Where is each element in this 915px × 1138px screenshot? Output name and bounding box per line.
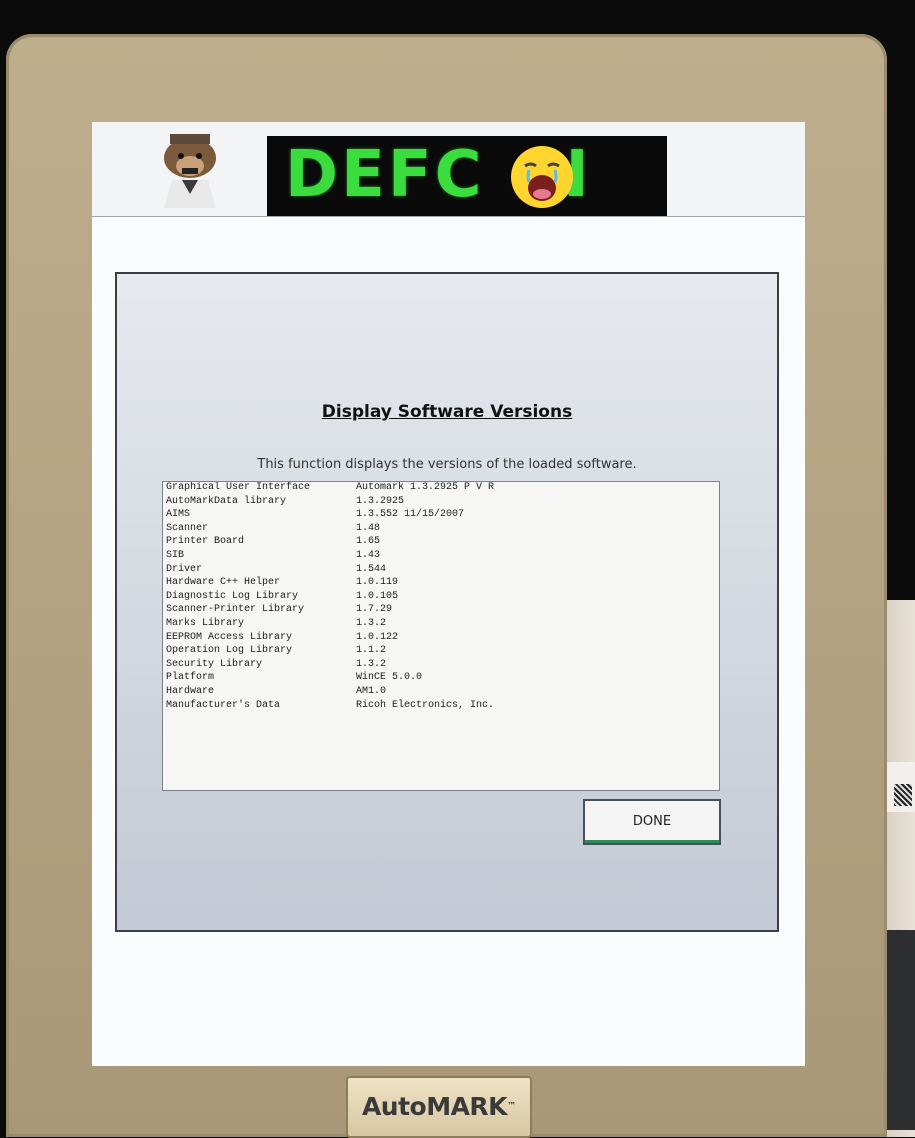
component-name: Diagnostic Log Library <box>166 590 299 602</box>
component-name: AutoMarkData library <box>166 495 287 507</box>
version-row: Marks Library 1.3.2 <box>163 618 719 632</box>
component-name: Hardware <box>166 685 215 697</box>
dialog-title: Display Software Versions <box>321 402 573 422</box>
version-row: Scanner-Printer Library 1.7.29 <box>163 604 719 618</box>
version-row: AIMS 1.3.552 11/15/2007 <box>163 509 719 523</box>
component-version: 1.7.29 <box>356 604 393 616</box>
component-name: Driver <box>166 563 203 575</box>
version-row: SIB 1.43 <box>163 550 719 564</box>
component-name: Graphical User Interface <box>166 482 311 493</box>
component-version: Automark 1.3.2925 P V R <box>356 482 495 493</box>
version-row: Security Library 1.3.2 <box>163 659 719 673</box>
version-row: Diagnostic Log Library 1.0.105 <box>163 591 719 605</box>
trademark-symbol: ™ <box>507 1101 517 1112</box>
component-version: 1.0.122 <box>356 631 399 643</box>
version-row: Operation Log Library 1.1.2 <box>163 645 719 659</box>
version-row: Manufacturer's Data Ricoh Electronics, In… <box>163 700 719 714</box>
component-name: Printer Board <box>166 536 245 548</box>
versions-dialog: Display Software Versions This function … <box>115 272 779 932</box>
version-row: Hardware C++ Helper 1.0.119 <box>163 577 719 591</box>
component-name: SIB <box>166 549 185 561</box>
component-name: Operation Log Library <box>166 645 293 657</box>
version-row: Printer Board 1.65 <box>163 536 719 550</box>
version-row: AutoMarkData library 1.3.2925 <box>163 496 719 510</box>
defcon-banner: DEFC N <box>267 136 667 216</box>
component-name: Security Library <box>166 658 263 670</box>
header-bar: DEFC N <box>92 122 805 217</box>
automark-brand-plate: AutoMARK™ <box>346 1076 532 1138</box>
component-version: 1.0.119 <box>356 577 399 589</box>
component-name: EEPROM Access Library <box>166 631 293 643</box>
component-version: 1.3.2 <box>356 617 387 629</box>
crying-face-icon <box>511 146 573 208</box>
versions-listbox[interactable]: Graphical User Interface Automark 1.3.292… <box>162 481 720 791</box>
component-name: Manufacturer's Data <box>166 699 281 711</box>
mascot-icon <box>164 134 216 208</box>
dialog-subtitle: This function displays the versions of t… <box>257 457 637 472</box>
component-version: 1.544 <box>356 563 387 575</box>
component-name: Platform <box>166 672 215 684</box>
component-name: Hardware C++ Helper <box>166 577 281 589</box>
component-version: 1.0.105 <box>356 590 399 602</box>
component-version: 1.3.2 <box>356 658 387 670</box>
brand-text: AutoMARK <box>361 1092 508 1121</box>
version-row: Platform WinCE 5.0.0 <box>163 672 719 686</box>
component-name: Scanner-Printer Library <box>166 604 305 616</box>
version-row: Hardware AM1.0 <box>163 686 719 700</box>
component-version: 1.3.2925 <box>356 495 405 507</box>
version-row: Scanner 1.48 <box>163 523 719 537</box>
screen: DEFC N Display Software Versions This fu… <box>92 122 805 1066</box>
version-row: EEPROM Access Library 1.0.122 <box>163 632 719 646</box>
component-version: 1.1.2 <box>356 645 387 657</box>
qr-code-icon <box>894 784 912 806</box>
component-version: 1.48 <box>356 522 381 534</box>
version-row: Graphical User Interface Automark 1.3.292… <box>163 482 719 496</box>
component-version: WinCE 5.0.0 <box>356 672 423 684</box>
component-version: 1.43 <box>356 549 381 561</box>
component-name: Marks Library <box>166 617 245 629</box>
done-button[interactable]: DONE <box>583 799 721 845</box>
component-version: 1.3.552 11/15/2007 <box>356 509 465 521</box>
component-version: AM1.0 <box>356 685 387 697</box>
component-version: 1.65 <box>356 536 381 548</box>
component-name: Scanner <box>166 522 209 534</box>
component-version: Ricoh Electronics, Inc. <box>356 699 495 711</box>
version-row: Driver 1.544 <box>163 564 719 578</box>
component-name: AIMS <box>166 509 191 521</box>
